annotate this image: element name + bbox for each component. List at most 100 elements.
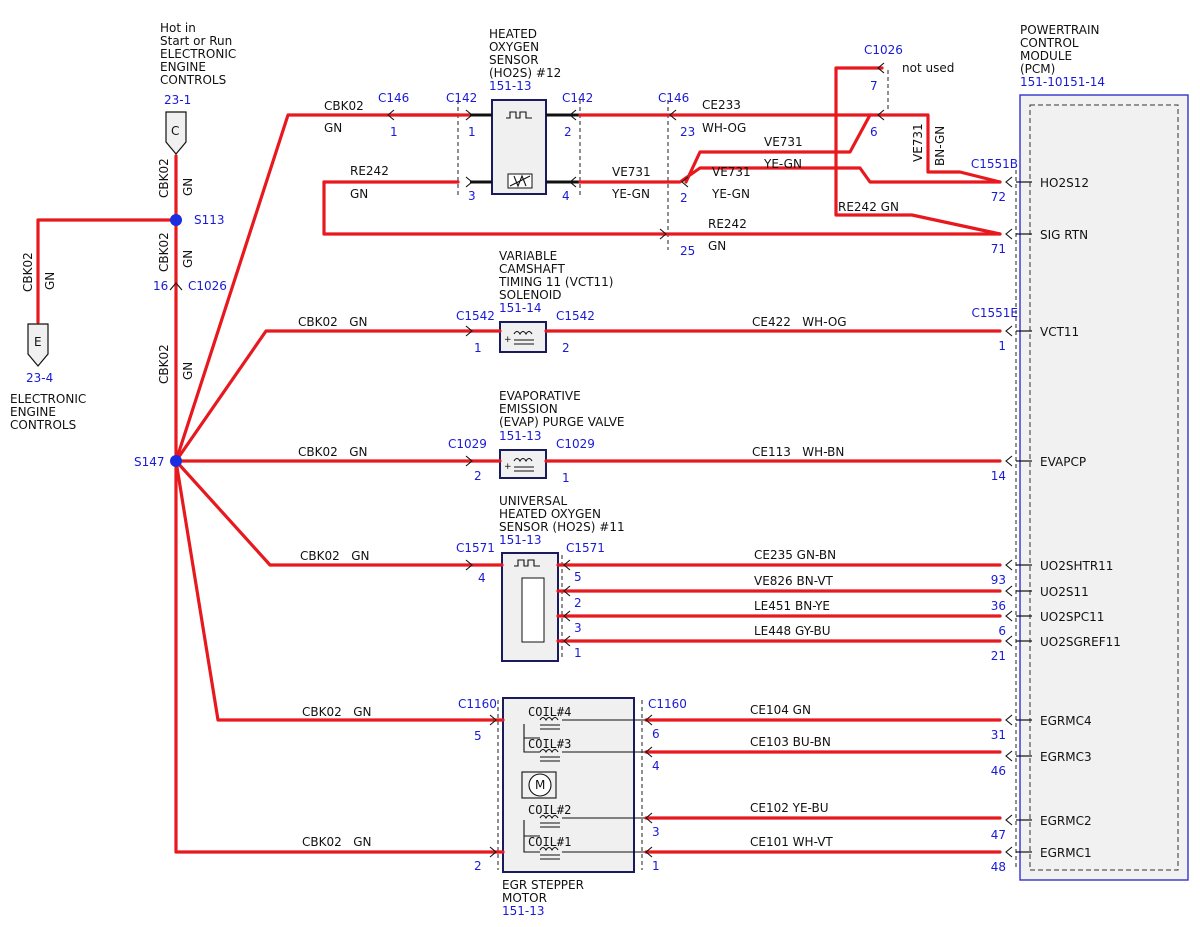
c1026-label: C1026	[188, 279, 227, 293]
pcm-pin-number: 1	[998, 339, 1006, 353]
evap-title-1: EVAPORATIVE	[499, 389, 581, 403]
pcm-pin-label: EGRMC2	[1040, 814, 1092, 828]
feed-code-2: CBK02	[157, 232, 171, 272]
feed-code-1: CBK02	[157, 158, 171, 198]
ho2s12-pin-1-left: 1	[390, 125, 398, 139]
connector-c-label: C	[171, 124, 179, 138]
bottom-note-2: ENGINE	[10, 405, 56, 419]
vct11-ref: 151-14	[499, 301, 542, 315]
pcm-pin-label: EGRMC1	[1040, 846, 1092, 860]
not-used-note: not used	[902, 61, 954, 75]
pcm-pin-arrow-icon	[1005, 846, 1013, 858]
egr-pin-5: 5	[474, 729, 482, 743]
pcm-pin-label: UO2SGREF11	[1040, 635, 1121, 649]
uho2s11-outputs: 5 CE235 GN-BN 2 VE826 BN-VT 3 LE451 BN-YE 1 LE4…	[556, 548, 1002, 660]
ho2s12-wire-re242-gn: RE242 GN	[838, 200, 899, 214]
ho2s12-wire-ve731-c: VE731	[712, 165, 751, 179]
egr-title-2: MOTOR	[502, 891, 547, 905]
feed-color-2: GN	[181, 250, 195, 268]
ho2s12-pin-6: 6	[870, 125, 878, 139]
egr-outputs: 6 CE104 GN 4 CE103 BU-BN 3 CE102 YE-BU 1 CE101 …	[644, 703, 1002, 873]
ho2s12-title-2: OXYGEN	[489, 40, 539, 54]
ho2s12-title-4: (HO2S) #12	[489, 66, 561, 80]
evap-conn-right: C1029	[556, 437, 595, 451]
egr-coil-2-label: COIL#2	[528, 803, 571, 817]
uho2s11-title-1: UNIVERSAL	[499, 494, 567, 508]
pcm-pin-label: UO2SPC11	[1040, 610, 1104, 624]
pcm-pin-arrow-icon	[1005, 585, 1013, 597]
vct11-pin-1: 1	[474, 341, 482, 355]
egr-ref: 151-13	[502, 904, 545, 918]
evap-section: EVAPORATIVE EMISSION (EVAP) PURGE VALVE …	[298, 389, 1002, 485]
pcm-pin-number: 47	[991, 828, 1006, 842]
ho2s12-wire-ye-gn-a: YE-GN	[763, 157, 802, 171]
uho2s11-pin-4: 4	[478, 571, 486, 585]
egr-out-pin: 6	[652, 727, 660, 741]
pcm-pin-label: UO2SHTR11	[1040, 559, 1113, 573]
egr-out-pin: 1	[652, 859, 660, 873]
evap-conn-left: C1029	[448, 437, 487, 451]
pcm-pin-arrow-icon	[1005, 559, 1013, 571]
uho2s11-ref: 151-13	[499, 533, 542, 547]
splice-s147	[170, 455, 182, 467]
egr-out-wire-label: CE102 YE-BU	[750, 801, 829, 815]
egr-out-pin: 3	[652, 825, 660, 839]
motor-label: M	[535, 778, 545, 792]
pcm-pin-number: 48	[991, 860, 1006, 874]
pcm-pin-arrow-icon	[1005, 228, 1013, 240]
pcm-pin-arrow-icon	[1005, 750, 1013, 762]
pcm-pin-label: VCT11	[1040, 325, 1079, 339]
ho2s12-pin-25: 25	[680, 244, 695, 258]
ho2s12-wire-cbk02: CBK02	[324, 99, 364, 113]
pcm-pin-arrow-icon	[1005, 176, 1013, 188]
pcm-pin-number: 72	[991, 190, 1006, 204]
bottom-note-1: ELECTRONIC	[10, 392, 86, 406]
uho2s11-out-pin: 1	[574, 646, 582, 660]
vct11-pin-2: 2	[562, 341, 570, 355]
ho2s12-c146-right: C146	[658, 91, 689, 105]
pcm-pin-number: 71	[991, 242, 1006, 256]
power-feed: Hot in Start or Run ELECTRONIC ENGINE CO…	[10, 21, 496, 854]
pcm-pin-number: 46	[991, 764, 1006, 778]
ho2s12-title-3: SENSOR	[489, 53, 539, 67]
evap-ref: 151-13	[499, 429, 542, 443]
egr-conn-left: C1160	[458, 697, 497, 711]
hot-note-2: Start or Run	[160, 34, 232, 48]
ho2s12-pin-23: 23	[680, 125, 695, 139]
pcm-title-4: (PCM)	[1020, 62, 1055, 76]
ho2s12-c146-left: C146	[378, 91, 409, 105]
uho2s11-cell-icon	[521, 577, 545, 643]
ho2s12-wire-re242-b: RE242	[708, 217, 747, 231]
ho2s12-c142-right: C142	[562, 91, 593, 105]
pcm-pin-number: 31	[991, 728, 1006, 742]
pcm-title-1: POWERTRAIN	[1020, 23, 1100, 37]
uho2s11-out-wire-label: CE235 GN-BN	[754, 548, 836, 562]
ref-23-4: 23-4	[26, 371, 53, 385]
pcm-pin-arrow-icon	[1005, 455, 1013, 467]
branch-code: CBK02	[21, 252, 35, 292]
pcm-pin-label: EGRMC3	[1040, 750, 1092, 764]
ho2s12-pin-2b: 2	[680, 191, 688, 205]
ref-23-1: 23-1	[164, 93, 191, 107]
pcm-pin-arrow-icon	[1005, 714, 1013, 726]
egr-title-1: EGR STEPPER	[502, 878, 584, 892]
egr-coil-1-label: COIL#1	[528, 835, 571, 849]
vct11-conn-left: C1542	[456, 309, 495, 323]
ho2s12-pin-1: 1	[468, 125, 476, 139]
vct11-title-1: VARIABLE	[499, 249, 557, 263]
pcm-pin-label: EGRMC4	[1040, 714, 1092, 728]
ho2s12-wire-ve731-b: VE731	[612, 165, 651, 179]
pcm-pin-number: 93	[991, 573, 1006, 587]
feed-code-3: CBK02	[157, 344, 171, 384]
vct11-wire-in: CBK02 GN	[298, 315, 367, 329]
pcm-pin-label: UO2S11	[1040, 585, 1089, 599]
egr-section: EGR STEPPER MOTOR 151-13 COIL#4 COIL#3 C…	[302, 697, 687, 918]
egr-coil-3-label: COIL#3	[528, 737, 571, 751]
splice-s147-label: S147	[134, 455, 165, 469]
egr-out-pin: 4	[652, 759, 660, 773]
hot-note-3: ELECTRONIC	[160, 47, 236, 61]
ho2s12-pin-3: 3	[468, 189, 476, 203]
feed-color-1: GN	[181, 178, 195, 196]
egr-conn-right: C1160	[648, 697, 687, 711]
connector-e-label: E	[34, 335, 42, 349]
